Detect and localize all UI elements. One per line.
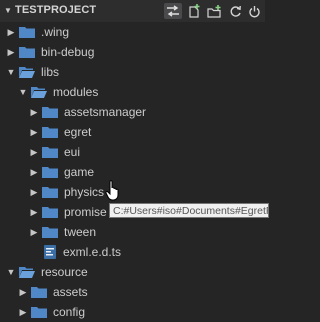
- chevron-right-icon: ▶: [19, 306, 27, 317]
- folder-icon: [19, 27, 35, 38]
- chevron-right-icon: ▶: [7, 26, 15, 37]
- tree-item-label: resource: [41, 265, 88, 279]
- explorer-header: ▼ TESTPROJECT: [0, 0, 265, 22]
- typescript-file-icon: [44, 245, 56, 259]
- folder-open-icon: [19, 267, 35, 278]
- tree-item-assets[interactable]: ▶ assets: [0, 282, 283, 302]
- new-folder-icon: [206, 4, 221, 18]
- tree-item-resource[interactable]: ▼ resource: [0, 262, 271, 282]
- chevron-down-icon: ▼: [18, 87, 28, 97]
- folder-icon: [19, 47, 35, 58]
- tree-item-label: promise: [64, 205, 107, 219]
- folder-icon: [42, 147, 58, 158]
- folder-icon: [42, 187, 58, 198]
- folder-icon: [31, 307, 47, 318]
- tree-item-tween[interactable]: ▶ tween: [0, 222, 294, 242]
- chevron-down-icon: ▼: [6, 67, 16, 77]
- tree-item-label: assetsmanager: [64, 105, 147, 119]
- chevron-down-icon: ▼: [6, 267, 16, 277]
- chevron-right-icon: ▶: [30, 106, 38, 117]
- tree-item-label: libs: [41, 65, 60, 79]
- collapse-all-button[interactable]: [164, 3, 182, 19]
- chevron-right-icon: ▶: [30, 226, 38, 237]
- chevron-right-icon: ▶: [30, 166, 38, 177]
- chevron-right-icon: ▶: [30, 146, 38, 157]
- hand-cursor-icon: [105, 180, 119, 201]
- tree-item-modules[interactable]: ▼ modules: [0, 82, 283, 102]
- tree-item-bin-debug[interactable]: ▶ bin-debug: [0, 42, 271, 62]
- chevron-right-icon: ▶: [30, 186, 38, 197]
- power-button[interactable]: [245, 3, 263, 19]
- tree-item-physics[interactable]: ▶ physics: [0, 182, 294, 202]
- folder-icon: [42, 107, 58, 118]
- tree-item-label: modules: [53, 85, 99, 99]
- refresh-icon: [230, 5, 241, 17]
- tree-item-label: assets: [53, 285, 88, 299]
- folder-icon: [42, 207, 58, 218]
- tree-item-libs[interactable]: ▼ libs: [0, 62, 271, 82]
- tree-item-game[interactable]: ▶ game: [0, 162, 294, 182]
- new-file-icon: [189, 4, 200, 18]
- path-tooltip: C:#Users#iso#Documents#EgretProj: [109, 203, 269, 218]
- chevron-right-icon: ▶: [19, 286, 27, 297]
- tree-item-label: tween: [64, 225, 97, 239]
- tree-item-label: .wing: [41, 25, 70, 39]
- tree-item-exml-e-d-ts[interactable]: exml.e.d.ts: [0, 242, 294, 262]
- tree-item-label: egret: [64, 125, 92, 139]
- chevron-right-icon: ▶: [30, 126, 38, 137]
- folder-icon: [42, 167, 58, 178]
- tree-item-label: game: [64, 165, 95, 179]
- chevron-right-icon: ▶: [7, 46, 15, 57]
- folder-open-icon: [31, 87, 47, 98]
- collapse-all-icon: [167, 5, 179, 17]
- tree-item-config[interactable]: ▶ config: [0, 302, 283, 322]
- folder-open-icon: [19, 67, 35, 78]
- folder-icon: [42, 227, 58, 238]
- new-folder-button[interactable]: [205, 3, 223, 19]
- power-icon: [248, 5, 260, 17]
- tree-item-label: config: [53, 305, 86, 319]
- tree-item-label: physics: [64, 185, 105, 199]
- tree-item-label: bin-debug: [41, 45, 95, 59]
- new-file-button[interactable]: [185, 3, 203, 19]
- tree-item-label: exml.e.d.ts: [63, 245, 122, 259]
- tree-item-egret[interactable]: ▶ egret: [0, 122, 294, 142]
- folder-icon: [42, 127, 58, 138]
- refresh-button[interactable]: [226, 3, 244, 19]
- project-title[interactable]: ▼ TESTPROJECT: [4, 4, 96, 16]
- tree-item-label: eui: [64, 145, 81, 159]
- folder-icon: [31, 287, 47, 298]
- project-title-label: TESTPROJECT: [15, 4, 97, 16]
- chevron-right-icon: ▶: [30, 206, 38, 217]
- tree-item-eui[interactable]: ▶ eui: [0, 142, 294, 162]
- chevron-down-icon: ▼: [4, 5, 13, 15]
- tree-item-wing[interactable]: ▶ .wing: [0, 22, 271, 42]
- tree-item-assetsmanager[interactable]: ▶ assetsmanager: [0, 102, 294, 122]
